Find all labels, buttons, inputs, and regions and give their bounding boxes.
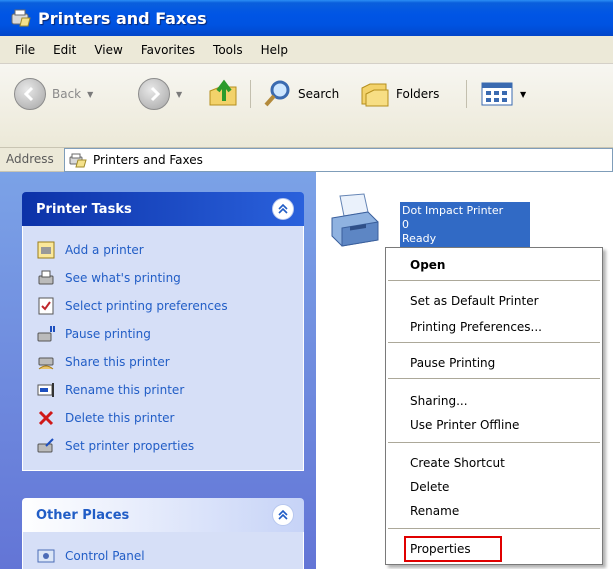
- context-menu: Open Set as Default Printer Printing Pre…: [385, 247, 603, 565]
- address-bar: Address Printers and Faxes: [0, 148, 613, 172]
- other-places-header[interactable]: Other Places: [22, 498, 304, 532]
- menu-separator: [388, 378, 600, 379]
- window-title: Printers and Faxes: [38, 8, 207, 28]
- menu-rename[interactable]: Rename: [386, 500, 602, 522]
- pause-printer-icon: [37, 325, 55, 343]
- up-folder-button[interactable]: [206, 74, 240, 114]
- address-value: Printers and Faxes: [93, 153, 203, 167]
- printer-name-selected[interactable]: Dot Impact Printer 0 Ready: [400, 202, 530, 248]
- control-panel-icon: [37, 547, 55, 565]
- task-label: Select printing preferences: [65, 299, 228, 313]
- collapse-chevron-icon[interactable]: [272, 504, 294, 526]
- search-button[interactable]: Search: [262, 74, 339, 114]
- menu-help[interactable]: Help: [252, 36, 297, 64]
- menu-use-offline[interactable]: Use Printer Offline: [386, 414, 602, 436]
- toolbar-separator: [466, 80, 467, 108]
- task-select-preferences[interactable]: Select printing preferences: [37, 292, 303, 320]
- task-label: Share this printer: [65, 355, 170, 369]
- share-printer-icon: [37, 353, 55, 371]
- up-folder-icon: [209, 79, 237, 106]
- printer-properties-icon: [37, 437, 55, 455]
- place-control-panel[interactable]: Control Panel: [37, 542, 303, 569]
- other-places-list: Control Panel: [22, 532, 304, 569]
- folders-button[interactable]: Folders: [360, 74, 439, 114]
- folders-label: Folders: [396, 87, 440, 101]
- menu-file[interactable]: File: [6, 36, 44, 64]
- task-label: Pause printing: [65, 327, 151, 341]
- task-label: Rename this printer: [65, 383, 185, 397]
- menu-edit[interactable]: Edit: [44, 36, 85, 64]
- address-field[interactable]: Printers and Faxes: [64, 148, 613, 172]
- forward-button[interactable]: ▼: [138, 74, 182, 114]
- back-arrow-icon: [14, 78, 46, 110]
- printer-jobs: 0: [402, 218, 409, 231]
- task-see-printing[interactable]: See what's printing: [37, 264, 303, 292]
- menu-tools[interactable]: Tools: [204, 36, 252, 64]
- search-icon: [264, 80, 290, 107]
- forward-arrow-icon: [138, 78, 170, 110]
- search-label: Search: [298, 87, 340, 101]
- printer-status: Ready: [402, 232, 437, 245]
- views-dropdown-icon[interactable]: ▼: [520, 90, 526, 99]
- task-label: Delete this printer: [65, 411, 175, 425]
- menu-separator: [388, 528, 600, 529]
- properties-highlight-box: [404, 536, 502, 562]
- collapse-chevron-icon[interactable]: [272, 198, 294, 220]
- forward-dropdown-icon[interactable]: ▼: [176, 90, 182, 99]
- explorer-window: Printers and Faxes File Edit View Favori…: [0, 0, 613, 569]
- menu-pause-printing[interactable]: Pause Printing: [386, 352, 602, 374]
- printer-tasks-list: Add a printer See what's printing Select…: [22, 226, 304, 471]
- place-label: Control Panel: [65, 549, 145, 563]
- menu-separator: [388, 280, 600, 281]
- add-printer-icon: [37, 241, 55, 259]
- menu-sharing[interactable]: Sharing...: [386, 390, 602, 412]
- task-share-printer[interactable]: Share this printer: [37, 348, 303, 376]
- menu-favorites[interactable]: Favorites: [132, 36, 204, 64]
- menu-create-shortcut[interactable]: Create Shortcut: [386, 452, 602, 474]
- menu-set-default[interactable]: Set as Default Printer: [386, 290, 602, 312]
- task-set-properties[interactable]: Set printer properties: [37, 432, 303, 460]
- views-icon: [481, 82, 513, 106]
- menu-bar: File Edit View Favorites Tools Help: [0, 36, 613, 64]
- menu-view[interactable]: View: [85, 36, 131, 64]
- printer-tasks-panel: Printer Tasks Add a printer See what's p…: [22, 192, 304, 471]
- printers-folder-icon: [11, 9, 31, 27]
- back-label: Back: [52, 87, 82, 101]
- printers-folder-icon: [69, 153, 87, 168]
- address-label: Address: [6, 152, 54, 166]
- rename-icon: [37, 381, 55, 399]
- preferences-icon: [37, 297, 55, 315]
- task-label: See what's printing: [65, 271, 181, 285]
- task-pause-printing[interactable]: Pause printing: [37, 320, 303, 348]
- back-dropdown-icon[interactable]: ▼: [87, 90, 93, 99]
- other-places-panel: Other Places Control Panel: [22, 498, 304, 569]
- print-queue-icon: [37, 269, 55, 287]
- printer-tasks-title: Printer Tasks: [36, 201, 132, 217]
- folders-icon: [361, 83, 389, 107]
- task-delete-printer[interactable]: Delete this printer: [37, 404, 303, 432]
- title-bar[interactable]: Printers and Faxes: [0, 0, 613, 36]
- task-pane: Printer Tasks Add a printer See what's p…: [0, 172, 316, 569]
- task-add-printer[interactable]: Add a printer: [37, 236, 303, 264]
- menu-open[interactable]: Open: [386, 254, 602, 276]
- menu-separator: [388, 342, 600, 343]
- task-rename-printer[interactable]: Rename this printer: [37, 376, 303, 404]
- toolbar-separator: [250, 80, 251, 108]
- printer-name: Dot Impact Printer: [402, 204, 504, 217]
- views-button[interactable]: ▼: [480, 74, 526, 114]
- back-button[interactable]: Back ▼: [14, 74, 93, 114]
- other-places-title: Other Places: [36, 507, 130, 523]
- task-label: Set printer properties: [65, 439, 195, 453]
- printer-icon[interactable]: [328, 192, 382, 248]
- task-label: Add a printer: [65, 243, 144, 257]
- printer-tasks-header[interactable]: Printer Tasks: [22, 192, 304, 226]
- menu-printing-preferences[interactable]: Printing Preferences...: [386, 316, 602, 338]
- delete-x-icon: [37, 409, 55, 427]
- toolbar: Back ▼ ▼ Search Folders ▼: [0, 64, 613, 148]
- menu-separator: [388, 442, 600, 443]
- menu-delete[interactable]: Delete: [386, 476, 602, 498]
